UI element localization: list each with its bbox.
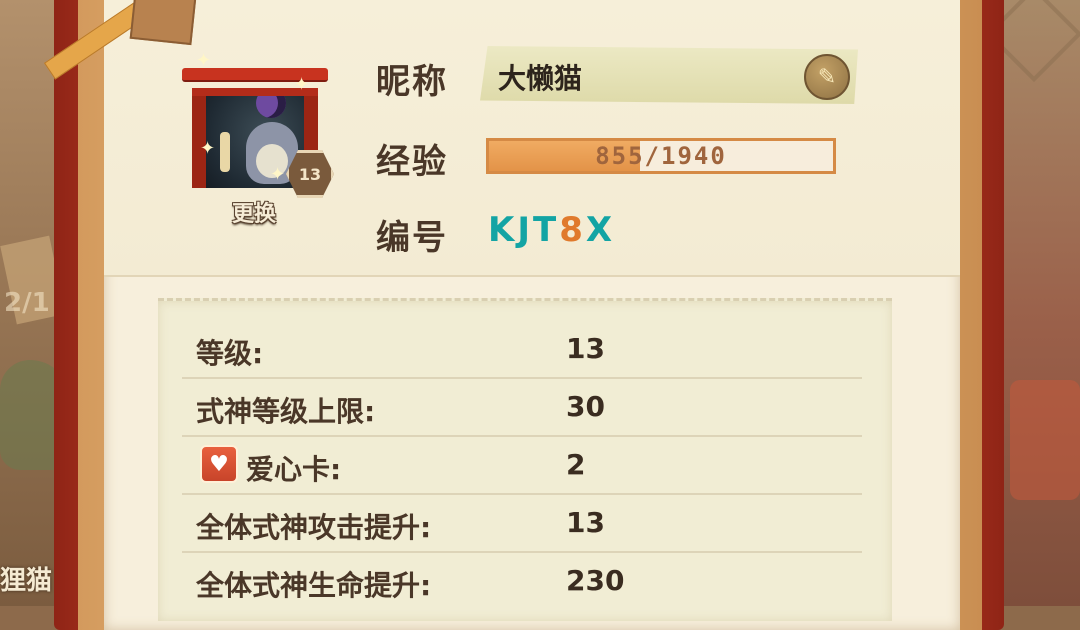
nickname-value: 大懒猫	[498, 62, 583, 95]
stat-label: 式神等级上限:	[196, 395, 376, 428]
stat-label: 全体式神生命提升:	[196, 569, 432, 602]
background-decoration	[1010, 380, 1080, 500]
stat-value: 13	[566, 506, 605, 539]
player-id-suffix: X	[585, 210, 616, 250]
stat-value: 230	[566, 564, 625, 597]
stat-value: 30	[566, 390, 605, 423]
nickname-label: 昵称	[376, 62, 448, 102]
background-date-fragment: 2/1	[4, 288, 50, 318]
exp-progress-bar: 855/1940	[486, 138, 836, 174]
sparkle-icon: ✦	[270, 164, 286, 185]
stat-row-heart-card: ♥ 爱心卡: 2	[182, 436, 862, 495]
exp-label: 经验	[376, 142, 448, 182]
stat-value: 13	[566, 332, 605, 365]
stat-row-attack-boost: 全体式神攻击提升: 13	[182, 494, 862, 553]
girl-figure	[220, 132, 230, 172]
sparkle-icon: ✦	[200, 138, 216, 159]
stat-label: 等级:	[196, 337, 264, 370]
brush-icon: ✎	[817, 64, 837, 90]
corner-tag	[129, 0, 197, 46]
stat-value: 2	[566, 448, 586, 481]
stat-label: 爱心卡:	[246, 453, 342, 486]
change-avatar-button[interactable]: 更换	[214, 198, 294, 232]
background-name-fragment: 狸猫	[0, 566, 53, 596]
stat-row-hp-boost: 全体式神生命提升: 230	[182, 552, 862, 609]
player-id: KJT8X	[488, 210, 615, 250]
sparkle-icon: ✦	[294, 74, 310, 95]
edit-nickname-button[interactable]: ✎	[804, 54, 850, 100]
stat-label: 全体式神攻击提升:	[196, 511, 432, 544]
stat-row-level: 等级: 13	[182, 320, 862, 379]
stat-row-shikigami-level-cap: 式神等级上限: 30	[182, 378, 862, 437]
heart-card-icon: ♥	[200, 445, 238, 483]
player-id-highlight: 8	[559, 210, 586, 250]
exp-value: 855/1940	[595, 142, 727, 170]
id-label: 编号	[376, 218, 448, 258]
player-id-prefix: KJT	[488, 210, 560, 250]
sparkle-icon: ✦	[196, 50, 212, 71]
